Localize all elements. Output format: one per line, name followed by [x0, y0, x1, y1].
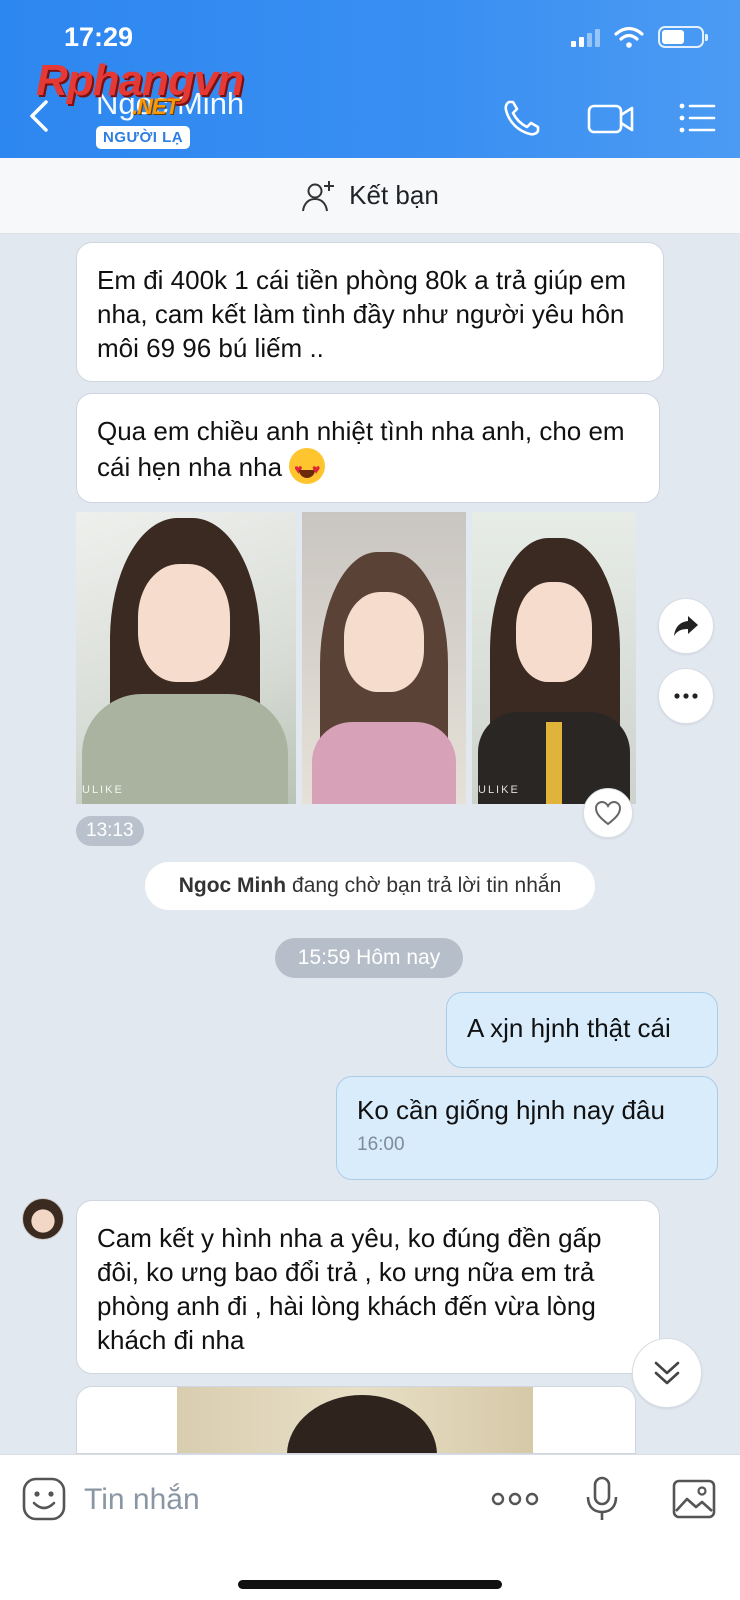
message-text: Qua em chiều anh nhiệt tình nha anh, cho… [97, 416, 625, 482]
sent-message[interactable]: Ko cần giống hjnh nay đâu 16:00 [336, 1076, 718, 1180]
watermark-logo: Rphangvn .NET [36, 56, 244, 119]
video-call-icon[interactable] [586, 96, 636, 140]
add-friend-bar[interactable]: Kết bạn [0, 158, 740, 234]
image-message[interactable] [76, 1386, 636, 1454]
message-text: Em đi 400k 1 cái tiền phòng 80k a trả gi… [97, 265, 626, 363]
system-notice: Ngoc Minh đang chờ bạn trả lời tin nhắn [145, 862, 595, 910]
home-indicator [238, 1580, 502, 1589]
heart-eyes-emoji-icon [289, 448, 326, 486]
received-message[interactable]: Qua em chiều anh nhiệt tình nha anh, cho… [76, 393, 660, 503]
message-text: A xjn hjnh thật cái [467, 1013, 671, 1043]
photo-thumbnail[interactable]: ULIKE [76, 512, 296, 804]
message-time: 16:00 [357, 1134, 405, 1155]
cellular-signal-icon [571, 27, 600, 47]
scroll-down-button[interactable] [632, 1338, 702, 1408]
status-time: 17:29 [64, 22, 134, 52]
forward-button[interactable] [658, 598, 714, 654]
like-button[interactable] [583, 788, 633, 838]
message-input-bar: Tin nhắn [0, 1454, 740, 1600]
more-dots-icon [674, 693, 698, 699]
photo-thumbnail[interactable] [302, 512, 466, 804]
photo-watermark: ULIKE [478, 784, 520, 796]
system-notice-text: đang chờ bạn trả lời tin nhắn [292, 874, 562, 897]
more-ellipsis-icon[interactable] [490, 1475, 540, 1523]
sticker-emoji-icon[interactable] [20, 1475, 68, 1523]
message-text: Cam kết y hình nha a yêu, ko đúng đền gấ… [97, 1223, 602, 1355]
message-time: 13:13 [76, 816, 144, 846]
menu-list-icon[interactable] [676, 96, 720, 140]
add-friend-label: Kết bạn [349, 180, 439, 210]
more-options-button[interactable] [658, 668, 714, 724]
double-chevron-down-icon [654, 1361, 680, 1385]
sent-message[interactable]: A xjn hjnh thật cái [446, 992, 718, 1068]
add-friend-icon [302, 180, 335, 211]
received-message[interactable]: Em đi 400k 1 cái tiền phòng 80k a trả gi… [76, 242, 664, 382]
system-notice-name: Ngoc Minh [178, 874, 287, 897]
chat-header: 17:29 Ngoc Minh Rphangvn .NET NGƯỜI LẠ [0, 0, 740, 158]
status-icons [571, 26, 708, 48]
message-text: Ko cần giống hjnh nay đâu [357, 1095, 665, 1125]
stranger-badge: NGƯỜI LẠ [96, 126, 191, 149]
contact-avatar[interactable] [22, 1198, 64, 1240]
forward-icon [674, 616, 698, 636]
image-gallery-icon[interactable] [670, 1475, 718, 1523]
wifi-icon [614, 26, 644, 48]
microphone-icon[interactable] [578, 1475, 626, 1523]
battery-icon [658, 26, 708, 48]
phone-icon[interactable] [500, 96, 544, 140]
heart-outline-icon [594, 800, 622, 826]
received-message[interactable]: Cam kết y hình nha a yêu, ko đúng đền gấ… [76, 1200, 660, 1374]
photo-watermark: ULIKE [82, 784, 124, 796]
message-input[interactable]: Tin nhắn [84, 1483, 200, 1517]
date-divider: 15:59 Hôm nay [275, 938, 463, 978]
photo-thumbnail[interactable]: ULIKE [472, 512, 636, 804]
